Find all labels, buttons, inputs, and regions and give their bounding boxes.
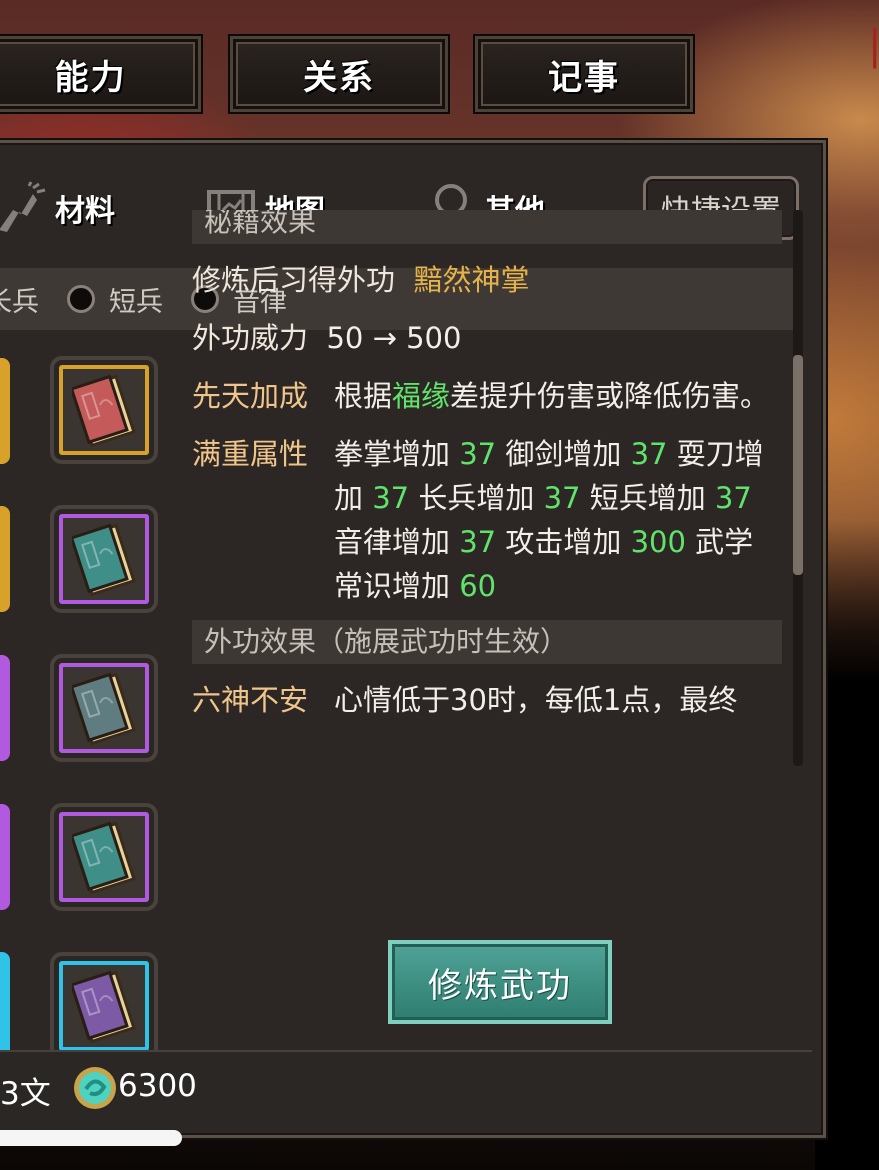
category-materials[interactable]: 材料 [0,173,115,243]
tab-journal[interactable]: 记事 [473,34,695,114]
stat-name: 拳掌增加 [334,437,460,471]
innate-label: 先天加成 [192,379,309,413]
full-label: 满重属性 [192,437,309,471]
stat-bonus: 拳掌增加 37 [334,437,496,471]
detail-learn-row: 修炼后习得外功 黯然神掌 [192,258,782,302]
train-skill-button[interactable]: 修炼武功 [388,940,612,1024]
filter-short-weapon[interactable]: 短兵 [67,280,163,319]
book-icon [72,523,136,597]
stat-value: 37 [630,437,668,471]
stat-bonus: 御剑增加 37 [505,437,667,471]
clipped-item-slot[interactable] [0,358,10,464]
details-scrollbar[interactable] [793,210,803,766]
stat-value: 37 [459,525,497,559]
filter-short-weapon-label: 短兵 [109,286,163,318]
materials-icon [0,181,46,232]
stat-bonus: 攻击增加 300 [505,525,686,559]
section-skill-effect: 外功效果（施展武功时生效） [192,620,782,664]
book-icon [72,821,136,895]
book-item-slot[interactable] [50,952,158,1060]
detail-innate-row: 先天加成 根据福缘差提升伤害或降低伤害。 [192,374,782,418]
innate-text-post: 差提升伤害或降低伤害。 [450,379,770,413]
learn-label: 修炼后习得外功 [192,263,396,297]
book-icon [72,970,136,1044]
filter-long-weapon-label: 长兵 [0,286,39,318]
clipped-item-slot[interactable] [0,804,10,910]
stat-name: 长兵增加 [418,481,544,515]
full-stats-list: 拳掌增加 37 御剑增加 37 耍刀增加 37 长兵增加 37 短兵增加 37 … [334,432,782,608]
stat-value: 60 [459,569,497,603]
book-item-slot[interactable] [50,654,158,762]
power-value: 50 → 500 [326,321,462,355]
scrollbar-thumb[interactable] [793,355,803,575]
stat-bonus: 短兵增加 37 [590,481,752,515]
detail-effect-row: 六神不安 心情低于30时，每低1点，最终 [192,678,782,722]
radio-dot-icon [67,285,95,313]
home-indicator[interactable] [0,1130,182,1146]
clipped-item-slot[interactable] [0,952,10,1058]
stat-value: 37 [714,481,752,515]
effect-text: 心情低于30时，每低1点，最终 [334,683,738,717]
clipped-item-slot[interactable] [0,655,10,761]
detail-power-row: 外功威力 50 → 500 [192,316,782,360]
stat-name: 音律增加 [334,525,460,559]
stat-value: 300 [630,525,686,559]
innate-text-pre: 根据 [334,379,393,413]
stat-name: 短兵增加 [589,481,715,515]
book-details: 秘籍效果 修炼后习得外功 黯然神掌 外功威力 50 → 500 先天加成 根据福… [192,210,782,768]
book-item-slot[interactable] [50,803,158,911]
learn-skill-name: 黯然神掌 [413,263,530,297]
tab-ability[interactable]: 能力 [0,34,203,114]
stat-bonus: 长兵增加 37 [418,481,580,515]
power-label: 外功威力 [192,321,309,355]
section-book-effect: 秘籍效果 [192,210,782,244]
stat-value: 37 [372,481,410,515]
red-ornament: | [868,23,879,69]
category-materials-label: 材料 [55,194,115,229]
stat-bonus: 音律增加 37 [334,525,496,559]
stat-name: 御剑增加 [505,437,631,471]
book-icon [72,374,136,448]
filter-long-weapon[interactable]: 长兵 [0,280,39,319]
tab-relationship[interactable]: 关系 [228,34,450,114]
stat-value: 37 [459,437,497,471]
money-amount: 3文 [0,1076,51,1112]
gem-amount: 6300 [118,1068,197,1104]
effect-label: 六神不安 [192,683,309,717]
stat-name: 攻击增加 [505,525,631,559]
clipped-item-slot[interactable] [0,506,10,612]
innate-attribute: 福缘 [392,379,451,413]
detail-full-row: 满重属性 拳掌增加 37 御剑增加 37 耍刀增加 37 长兵增加 37 短兵增… [192,432,782,608]
stat-value: 37 [543,481,581,515]
book-icon [72,672,136,746]
book-item-slot[interactable] [50,356,158,464]
book-item-slot[interactable] [50,505,158,613]
jade-coin-icon [74,1067,116,1109]
